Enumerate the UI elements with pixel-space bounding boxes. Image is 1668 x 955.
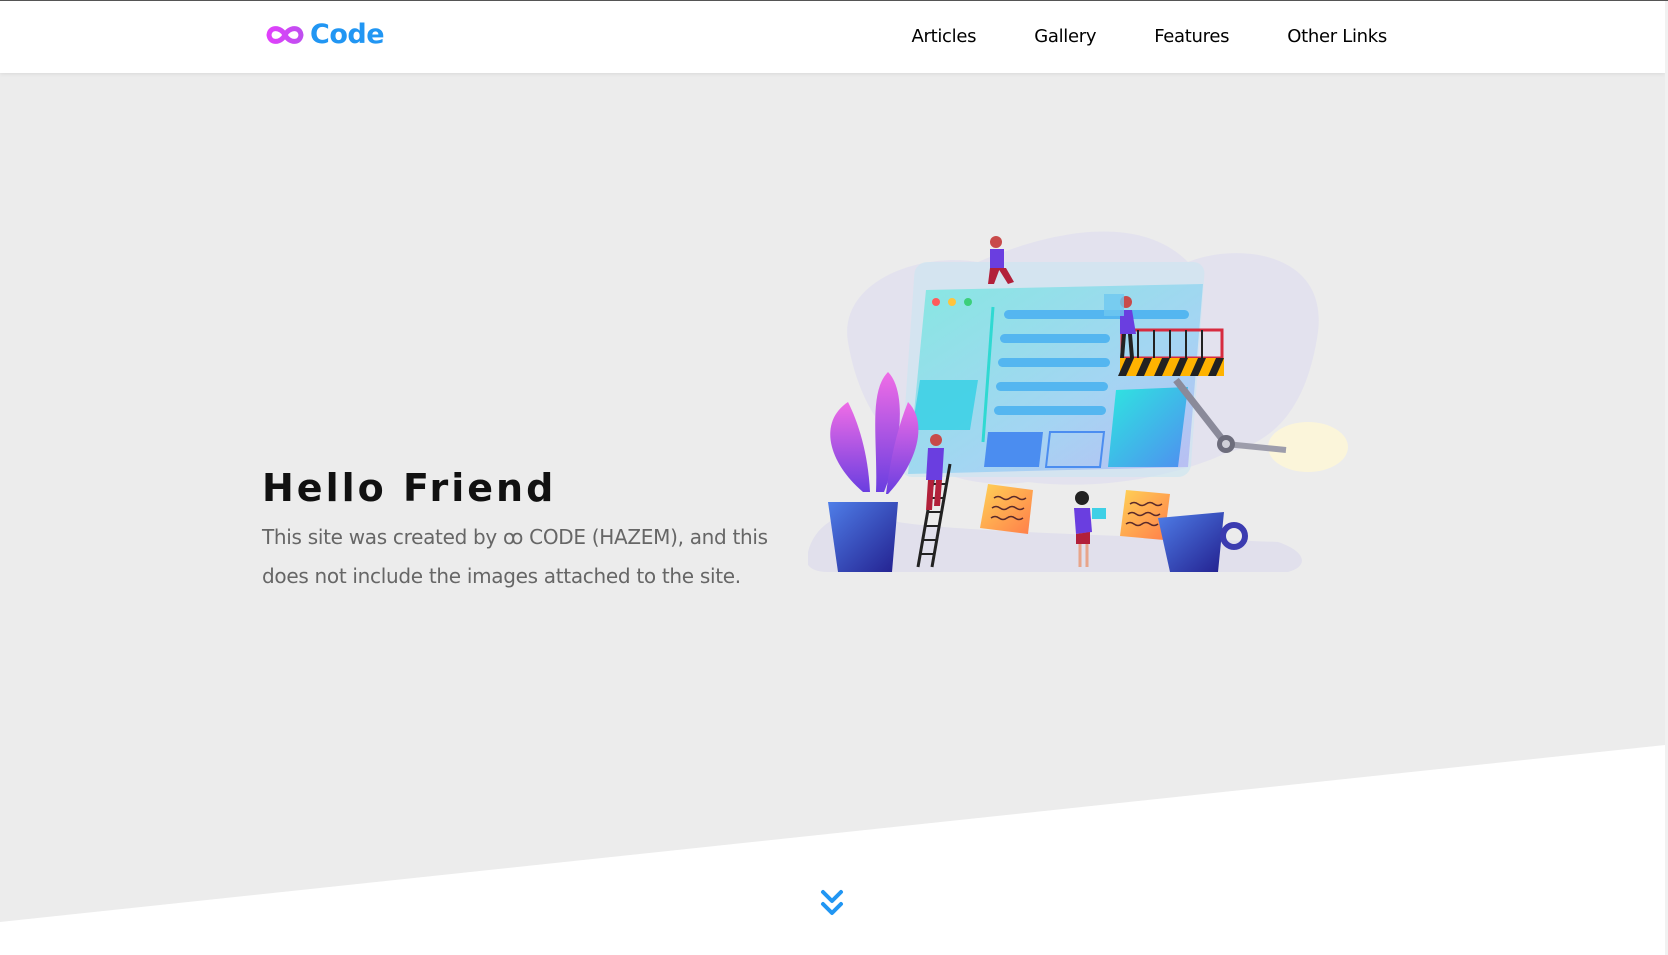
nav-link-gallery[interactable]: Gallery	[1005, 1, 1125, 73]
double-chevron-down-icon[interactable]	[818, 889, 846, 919]
top-border	[0, 0, 1668, 1]
nav-link-features[interactable]: Features	[1125, 1, 1258, 73]
logo-text: Code	[310, 19, 385, 50]
page: Code Articles Gallery Features Other Lin…	[0, 0, 1668, 955]
infinity-icon	[266, 25, 304, 44]
nav-link-other-links[interactable]: Other Links	[1258, 1, 1387, 73]
website-builders-illustration	[808, 231, 1348, 572]
hero-description: This site was created by ꝏ CODE (HAZEM),…	[262, 525, 768, 588]
nav-link-articles[interactable]: Articles	[882, 1, 1005, 73]
main-nav: Articles Gallery Features Other Links	[882, 1, 1387, 73]
logo-link[interactable]: Code	[264, 19, 385, 50]
hero-title: Hello Friend	[262, 466, 557, 510]
site-header: Code Articles Gallery Features Other Lin…	[0, 1, 1665, 73]
hero-text: Hello Friend This site was created by ꝏ …	[262, 466, 802, 596]
